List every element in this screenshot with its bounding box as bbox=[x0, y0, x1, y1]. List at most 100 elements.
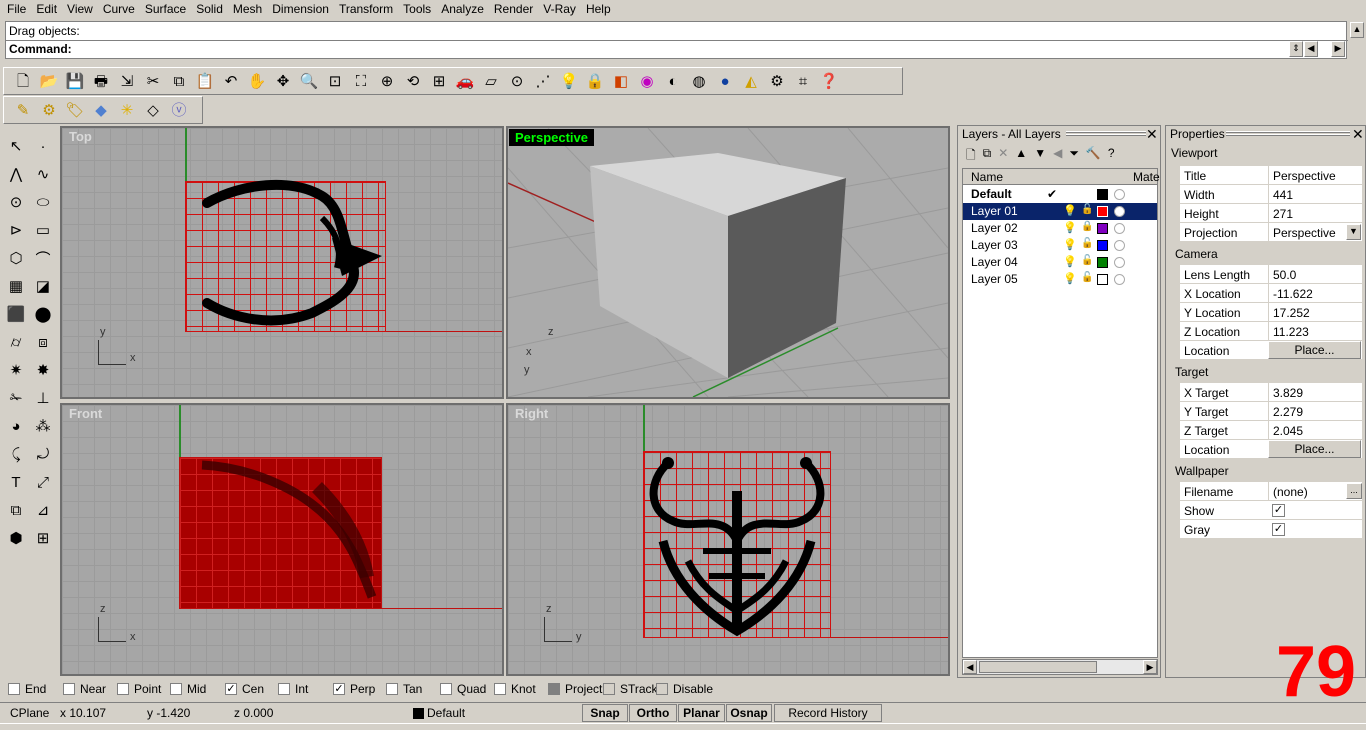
menu-edit[interactable]: Edit bbox=[31, 0, 62, 18]
surface-icon[interactable]: ▦ bbox=[4, 274, 28, 298]
zoom-icon[interactable]: 🔍 bbox=[296, 68, 322, 94]
layer-row-layer04[interactable]: Layer 04 💡 🔓 bbox=[963, 254, 1157, 271]
checkbox[interactable] bbox=[8, 683, 20, 695]
rotate-view-icon[interactable]: ⟲ bbox=[400, 68, 426, 94]
browse-button[interactable]: ... bbox=[1346, 483, 1362, 499]
layer-color-swatch[interactable] bbox=[1097, 274, 1108, 285]
panel-grip[interactable] bbox=[1226, 131, 1350, 137]
move-up-icon[interactable]: ▲ bbox=[1015, 146, 1027, 167]
menu-view[interactable]: View bbox=[62, 0, 98, 18]
osnap-end[interactable]: End bbox=[8, 682, 46, 696]
new-file-icon[interactable]: 🗋 bbox=[10, 68, 36, 94]
viewport-top[interactable]: Top y x bbox=[60, 126, 504, 399]
light-bulb-on-icon[interactable]: 💡 bbox=[1063, 255, 1077, 268]
checkbox[interactable] bbox=[386, 683, 398, 695]
x-location-field[interactable]: -11.622 bbox=[1268, 284, 1362, 302]
light-bulb-icon[interactable]: 💡 bbox=[556, 68, 582, 94]
viewport-title[interactable]: Top bbox=[66, 129, 95, 144]
group-icon[interactable]: ⁂ bbox=[31, 414, 55, 438]
vray-material-icon[interactable]: 🏷 bbox=[62, 97, 88, 123]
ellipse-icon[interactable]: ⬭ bbox=[31, 190, 55, 214]
lock-icon[interactable]: 🔒 bbox=[1081, 221, 1093, 232]
layer-row-layer05[interactable]: Layer 05 💡 🔓 bbox=[963, 271, 1157, 288]
menu-mesh[interactable]: Mesh bbox=[228, 0, 267, 18]
menu-dimension[interactable]: Dimension bbox=[267, 0, 334, 18]
osnap-knot[interactable]: Knot bbox=[494, 682, 536, 696]
lens-length-field[interactable]: 50.0 bbox=[1268, 265, 1362, 283]
menu-vray[interactable]: V-Ray bbox=[538, 0, 581, 18]
viewport-title[interactable]: Front bbox=[66, 406, 105, 421]
vray-cube-icon[interactable]: ◆ bbox=[88, 97, 114, 123]
menu-render[interactable]: Render bbox=[489, 0, 538, 18]
color-wheel-icon[interactable]: ◉ bbox=[634, 68, 660, 94]
arc-icon[interactable]: ⊳ bbox=[4, 218, 28, 242]
snap-button[interactable]: Snap bbox=[582, 704, 628, 722]
material-icon[interactable] bbox=[1114, 257, 1125, 268]
scroll-left-button[interactable]: ◀ bbox=[1304, 41, 1318, 57]
osnap-button[interactable]: Osnap bbox=[726, 704, 772, 722]
checkbox[interactable] bbox=[440, 683, 452, 695]
zoom-window-icon[interactable]: ⊡ bbox=[322, 68, 348, 94]
prop-width-field[interactable]: 441 bbox=[1268, 185, 1362, 203]
unlock-icon[interactable]: 🔓 bbox=[1081, 238, 1093, 249]
checkbox-checked[interactable]: ✓ bbox=[333, 683, 345, 695]
car-icon[interactable]: 🚗 bbox=[452, 68, 478, 94]
vray-options-icon[interactable]: ⚙ bbox=[36, 97, 62, 123]
fillet-icon[interactable]: ⤹ bbox=[4, 442, 28, 466]
new-layer-icon[interactable]: 🗋 bbox=[966, 146, 976, 167]
ortho-button[interactable]: Ortho bbox=[629, 704, 677, 722]
move-down-icon[interactable]: ▼ bbox=[1034, 146, 1046, 167]
prop-title-field[interactable]: Perspective bbox=[1268, 166, 1362, 184]
spin-up-down-button[interactable]: ⇕ bbox=[1289, 41, 1303, 57]
osnap-disable[interactable]: Disable bbox=[656, 682, 713, 696]
vray-render-icon[interactable]: ✎ bbox=[10, 97, 36, 123]
osnap-near[interactable]: Near bbox=[63, 682, 106, 696]
column-name[interactable]: Name bbox=[971, 170, 1003, 184]
record-history-button[interactable]: Record History bbox=[774, 704, 882, 722]
wall-pattern-right[interactable] bbox=[643, 451, 833, 641]
osnap-tan[interactable]: Tan bbox=[386, 682, 422, 696]
menu-help[interactable]: Help bbox=[581, 0, 616, 18]
viewport-front[interactable]: Front z x bbox=[60, 403, 504, 676]
layer-hscrollbar[interactable]: ◀ ▶ bbox=[962, 659, 1158, 675]
layer-color-swatch[interactable] bbox=[1097, 240, 1108, 251]
explode-icon[interactable]: ✸ bbox=[31, 358, 55, 382]
x-target-field[interactable]: 3.829 bbox=[1268, 383, 1362, 401]
sphere-icon[interactable]: ⬤ bbox=[31, 302, 55, 326]
scroll-right-button[interactable]: ▶ bbox=[1143, 660, 1157, 674]
polyline-icon[interactable]: ⋀ bbox=[4, 162, 28, 186]
show-checkbox[interactable]: ✓ bbox=[1272, 504, 1285, 517]
checkbox[interactable] bbox=[603, 683, 615, 695]
scroll-left-button[interactable]: ◀ bbox=[963, 660, 977, 674]
cut-icon[interactable]: ✂ bbox=[140, 68, 166, 94]
delete-layer-icon[interactable]: ✕ bbox=[998, 146, 1008, 167]
material-icon[interactable] bbox=[1114, 240, 1125, 251]
scroll-right-button[interactable]: ▶ bbox=[1331, 41, 1345, 57]
panel-grip[interactable] bbox=[1066, 131, 1146, 137]
scroll-thumb[interactable] bbox=[979, 661, 1097, 673]
column-material[interactable]: Mate bbox=[1133, 170, 1160, 184]
freeform-curve-icon[interactable]: ⌒ bbox=[31, 246, 55, 270]
split-icon[interactable]: ⊥ bbox=[31, 386, 55, 410]
filter-icon[interactable]: ⏷ bbox=[1069, 146, 1079, 167]
new-sublayer-icon[interactable]: ⧉ bbox=[983, 146, 992, 167]
boolean-icon[interactable]: ◕ bbox=[4, 414, 28, 438]
vray-check-icon[interactable]: ⓥ bbox=[166, 97, 192, 123]
checkbox-checked[interactable]: ✓ bbox=[225, 683, 237, 695]
checkbox-disabled[interactable] bbox=[548, 683, 560, 695]
material-icon[interactable] bbox=[1114, 189, 1125, 200]
close-icon[interactable]: ✕ bbox=[1146, 126, 1158, 143]
open-folder-icon[interactable]: 📂 bbox=[36, 68, 62, 94]
grid-plane-icon[interactable]: ▱ bbox=[478, 68, 504, 94]
vray-light-icon[interactable]: ✳ bbox=[114, 97, 140, 123]
loft-icon[interactable]: ◪ bbox=[31, 274, 55, 298]
gray-checkbox[interactable]: ✓ bbox=[1272, 523, 1285, 536]
wireframe-sphere-icon[interactable]: ◍ bbox=[686, 68, 712, 94]
import-icon[interactable]: ⇲ bbox=[114, 68, 140, 94]
rectangle-icon[interactable]: ▭ bbox=[31, 218, 55, 242]
pan-hand-icon[interactable]: ✋ bbox=[244, 68, 270, 94]
osnap-mid[interactable]: Mid bbox=[170, 682, 206, 696]
light-bulb-on-icon[interactable]: 💡 bbox=[1063, 221, 1077, 234]
transform-icon[interactable]: ⤢ bbox=[31, 470, 55, 494]
y-target-field[interactable]: 2.279 bbox=[1268, 402, 1362, 420]
